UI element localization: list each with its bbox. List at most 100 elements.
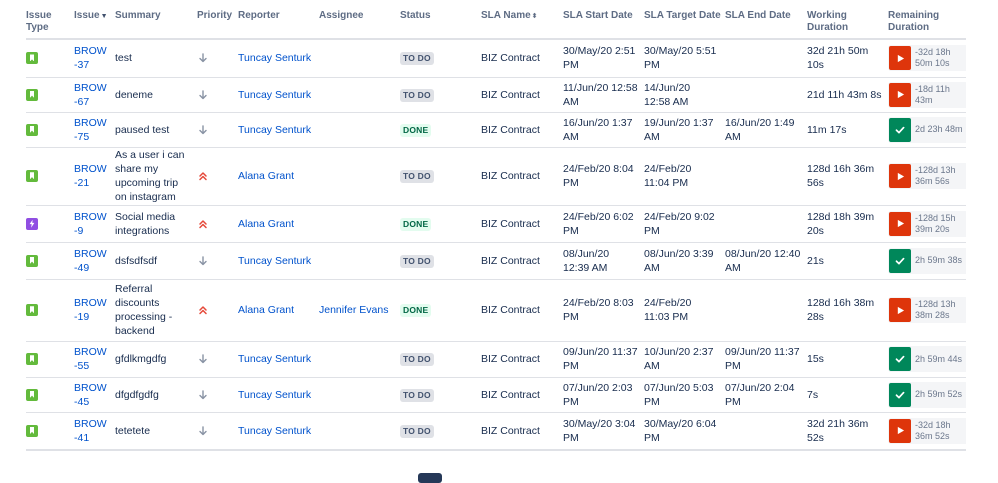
- cell-issue-type: [26, 279, 74, 342]
- sla-target-date: 30/May/20 5:51 PM: [644, 45, 717, 72]
- cell-summary: dsfsdfsdf: [115, 242, 197, 280]
- issue-key-link[interactable]: BROW-19: [74, 296, 108, 324]
- column-header-reporter[interactable]: Reporter: [238, 0, 319, 40]
- status-badge: DONE: [400, 304, 432, 317]
- cell-reporter: Tuncay Senturk: [238, 242, 319, 280]
- sla-name: BIZ Contract: [481, 170, 540, 182]
- column-header-status[interactable]: Status: [400, 0, 481, 40]
- cell-summary: test: [115, 39, 197, 78]
- story-icon: [26, 388, 38, 401]
- column-header-working-duration[interactable]: Working Duration: [807, 0, 888, 40]
- cell-remaining-duration: -128d 13h 38m 28s: [888, 279, 966, 342]
- sla-target-date: 24/Feb/20 11:03 PM: [644, 297, 692, 323]
- working-duration: 21s: [807, 254, 824, 267]
- sla-name: BIZ Contract: [481, 254, 540, 267]
- reporter-link[interactable]: Tuncay Senturk: [238, 89, 311, 101]
- cell-reporter: Tuncay Senturk: [238, 77, 319, 113]
- cell-working-duration: 21d 11h 43m 8s: [807, 77, 888, 113]
- issue-key-link[interactable]: BROW-67: [74, 81, 108, 109]
- reporter-link[interactable]: Alana Grant: [238, 218, 294, 230]
- cell-sla-target: 30/May/20 6:04 PM: [644, 412, 725, 451]
- issue-key-link[interactable]: BROW-41: [74, 417, 108, 445]
- pagination-current-page[interactable]: [418, 473, 442, 483]
- cell-summary: paused test: [115, 112, 197, 148]
- reporter-link[interactable]: Alana Grant: [238, 170, 294, 182]
- cell-reporter: Tuncay Senturk: [238, 412, 319, 451]
- assignee-link[interactable]: Jennifer Evans: [319, 304, 388, 316]
- cell-working-duration: 21s: [807, 242, 888, 280]
- remaining-duration: 2d 23h 48m: [915, 124, 963, 134]
- working-duration: 128d 18h 39m 20s: [807, 210, 875, 237]
- issue-key-link[interactable]: BROW-49: [74, 247, 108, 275]
- cell-sla-name: BIZ Contract: [481, 242, 563, 280]
- cell-sla-target: 24/Feb/20 11:03 PM: [644, 279, 725, 342]
- column-header-remaining-duration[interactable]: Remaining Duration: [888, 0, 966, 40]
- cell-sla-start: 24/Feb/20 6:02 PM: [563, 205, 644, 243]
- remaining-duration: -128d 13h 36m 56s: [915, 165, 956, 186]
- column-header-sla-end[interactable]: SLA End Date: [725, 0, 807, 40]
- reporter-link[interactable]: Tuncay Senturk: [238, 52, 311, 64]
- cell-reporter: Tuncay Senturk: [238, 112, 319, 148]
- column-header-issue-type[interactable]: Issue Type: [26, 0, 74, 40]
- cell-priority: [197, 341, 238, 378]
- cell-working-duration: 15s: [807, 341, 888, 378]
- cell-sla-target: 24/Feb/20 9:02 PM: [644, 205, 725, 243]
- column-header-sla-name[interactable]: SLA Name⬍: [481, 0, 563, 40]
- table-row: BROW-21 As a user i can share my upcoming…: [26, 147, 966, 206]
- cell-sla-name: BIZ Contract: [481, 377, 563, 413]
- column-header-summary[interactable]: Summary: [115, 0, 197, 40]
- reporter-link[interactable]: Tuncay Senturk: [238, 425, 311, 437]
- cell-issue-type: [26, 341, 74, 378]
- cell-issue-key: BROW-49: [74, 242, 115, 280]
- column-header-sla-target[interactable]: SLA Target Date: [644, 0, 725, 40]
- issue-key-link[interactable]: BROW-75: [74, 116, 108, 144]
- status-badge: TO DO: [400, 424, 434, 438]
- cell-summary: Referral discounts processing - backend: [115, 279, 197, 342]
- table-row: BROW-75 paused test Tuncay Senturk DONE BIZ …: [26, 112, 966, 148]
- cell-sla-target: 24/Feb/20 11:04 PM: [644, 147, 725, 206]
- issue-key-link[interactable]: BROW-55: [74, 345, 108, 373]
- cell-working-duration: 128d 18h 39m 20s: [807, 205, 888, 243]
- column-header-sla-start[interactable]: SLA Start Date: [563, 0, 644, 40]
- cell-reporter: Alana Grant: [238, 205, 319, 243]
- column-header-assignee[interactable]: Assignee: [319, 0, 400, 40]
- issue-summary: tetetete: [115, 424, 151, 437]
- reporter-link[interactable]: Tuncay Senturk: [238, 389, 311, 401]
- reporter-link[interactable]: Tuncay Senturk: [238, 353, 311, 365]
- issue-key-link[interactable]: BROW-9: [74, 210, 108, 238]
- remaining-duration-box: -32d 18h 36m 52s: [888, 417, 966, 444]
- cell-sla-start: 16/Jun/20 1:37 AM: [563, 112, 644, 148]
- column-header-priority[interactable]: Priority: [197, 0, 238, 40]
- sla-target-date: 30/May/20 6:04 PM: [644, 417, 717, 444]
- table-row: BROW-45 dfgdfgdfg Tuncay Senturk TO DO BIZ C…: [26, 377, 966, 413]
- sla-issue-table-container: Issue Type Issue▼ Summary Priority Repor…: [26, 0, 966, 479]
- sla-name: BIZ Contract: [481, 304, 540, 316]
- cell-reporter: Tuncay Senturk: [238, 377, 319, 413]
- cell-working-duration: 128d 16h 36m 56s: [807, 147, 888, 206]
- issue-key-link[interactable]: BROW-37: [74, 44, 108, 72]
- cell-reporter: Alana Grant: [238, 279, 319, 342]
- reporter-link[interactable]: Tuncay Senturk: [238, 255, 311, 267]
- play-icon: [889, 211, 911, 236]
- cell-status: TO DO: [400, 242, 481, 280]
- remaining-duration-box: 2h 59m 44s: [888, 346, 966, 372]
- issue-key-link[interactable]: BROW-21: [74, 162, 108, 190]
- check-icon: [889, 347, 911, 371]
- check-icon: [889, 117, 911, 142]
- cell-assignee: [319, 77, 400, 113]
- cell-working-duration: 11m 17s: [807, 112, 888, 148]
- cell-sla-end: 08/Jun/20 12:40 AM: [725, 242, 807, 280]
- reporter-link[interactable]: Tuncay Senturk: [238, 124, 311, 136]
- play-icon: [889, 298, 911, 322]
- cell-sla-end: 09/Jun/20 11:37 PM: [725, 341, 807, 378]
- sla-start-date: 24/Feb/20 8:03 PM: [563, 297, 634, 323]
- cell-priority: [197, 39, 238, 78]
- priority-low-icon: [197, 124, 209, 136]
- reporter-link[interactable]: Alana Grant: [238, 304, 294, 316]
- sla-name: BIZ Contract: [481, 52, 540, 65]
- issue-key-link[interactable]: BROW-45: [74, 381, 108, 409]
- column-header-issue[interactable]: Issue▼: [74, 0, 115, 40]
- cell-issue-key: BROW-75: [74, 112, 115, 148]
- cell-sla-end: 07/Jun/20 2:04 PM: [725, 377, 807, 413]
- sla-start-date: 30/May/20 2:51 PM: [563, 45, 636, 72]
